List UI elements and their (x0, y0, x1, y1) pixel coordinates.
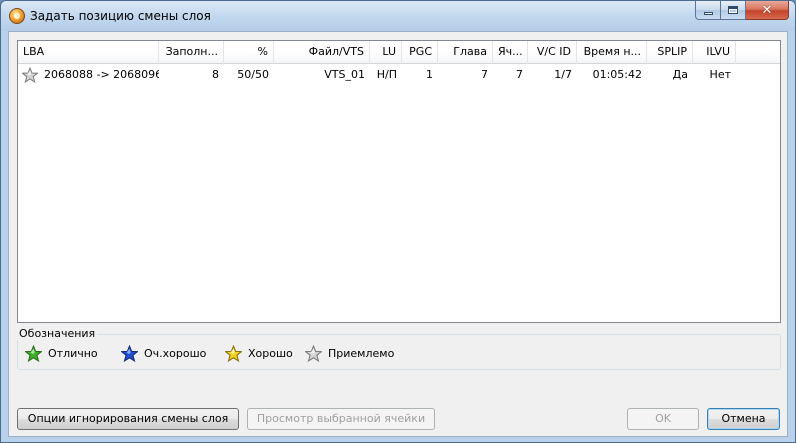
cell-pgc: 1 (426, 68, 433, 81)
legend-item-excellent: Отлично (25, 344, 98, 362)
layer-break-list[interactable]: LBA Заполн... % Файл/VTS LU PGC Глава Яч… (17, 40, 781, 323)
legend-label: Приемлемо (328, 346, 395, 360)
cell-vc-id: 1/7 (554, 68, 572, 81)
column-header-cell[interactable]: Яч... (493, 41, 528, 64)
yellow-star-icon (225, 344, 242, 362)
column-header-file-vts[interactable]: Файл/VTS (274, 41, 370, 64)
column-header-chapter[interactable]: Глава (438, 41, 493, 64)
column-header-splip[interactable]: SPLIP (647, 41, 693, 64)
column-header-percent[interactable]: % (224, 41, 274, 64)
column-header-filled[interactable]: Заполн... (159, 41, 224, 64)
cancel-button[interactable]: Отмена (707, 408, 780, 430)
column-header-time[interactable]: Время н... (577, 41, 647, 64)
column-header-vc-id[interactable]: V/C ID (528, 41, 577, 64)
list-header: LBA Заполн... % Файл/VTS LU PGC Глава Яч… (18, 41, 780, 64)
column-header-lba[interactable]: LBA (18, 41, 159, 64)
legend-label: Отлично (48, 346, 98, 360)
maximize-button[interactable] (721, 1, 746, 20)
cell-cell: 7 (516, 68, 523, 81)
close-button[interactable]: ✕ (746, 1, 789, 20)
legend-item-very-good: Оч.хорошо (121, 344, 206, 362)
window-title: Задать позицию смены слоя (30, 9, 211, 23)
minimize-button[interactable] (695, 1, 721, 20)
app-icon[interactable] (9, 8, 25, 24)
legend-item-good: Хорошо (225, 344, 293, 362)
green-star-icon (25, 344, 42, 362)
dialog-client-area: LBA Заполн... % Файл/VTS LU PGC Глава Яч… (8, 31, 788, 437)
legend-label: Оч.хорошо (144, 346, 207, 360)
cell-splip: Да (672, 68, 688, 81)
cell-lba: 2068088 -> 2068096 (44, 68, 159, 81)
minimize-icon (703, 11, 713, 15)
ok-button[interactable]: OK (627, 408, 699, 430)
cell-file-vts: VTS_01 (324, 68, 365, 81)
view-selected-cell-button[interactable]: Просмотр выбранной ячейки (247, 408, 435, 430)
maximize-icon (728, 6, 738, 14)
cell-filled: 8 (212, 68, 219, 81)
column-header-filler (736, 41, 780, 64)
legend-item-acceptable: Приемлемо (305, 344, 394, 362)
legend-label: Хорошо (248, 346, 293, 360)
ignore-layer-break-options-button[interactable]: Опции игнорирования смены слоя (17, 408, 239, 430)
column-header-ilvu[interactable]: ILVU (693, 41, 736, 64)
table-row[interactable]: 2068088 -> 2068096 8 50/50 VTS_01 Н/П 1 … (18, 65, 780, 85)
cell-percent: 50/50 (237, 68, 269, 81)
title-bar[interactable]: Задать позицию смены слоя ✕ (1, 1, 795, 31)
cell-ilvu: Нет (709, 68, 731, 81)
dialog-window: Задать позицию смены слоя ✕ LBA Заполн..… (0, 0, 796, 443)
column-header-pgc[interactable]: PGC (402, 41, 438, 64)
close-icon: ✕ (761, 2, 773, 18)
blue-star-icon (121, 344, 138, 362)
window-controls: ✕ (695, 1, 789, 21)
cell-lu: Н/П (376, 68, 397, 81)
column-header-lu[interactable]: LU (370, 41, 402, 64)
legend-title: Обозначения (17, 327, 98, 340)
silver-star-icon (22, 67, 38, 83)
cell-time: 01:05:42 (592, 68, 642, 81)
silver-star-icon (305, 344, 322, 362)
cell-chapter: 7 (481, 68, 488, 81)
